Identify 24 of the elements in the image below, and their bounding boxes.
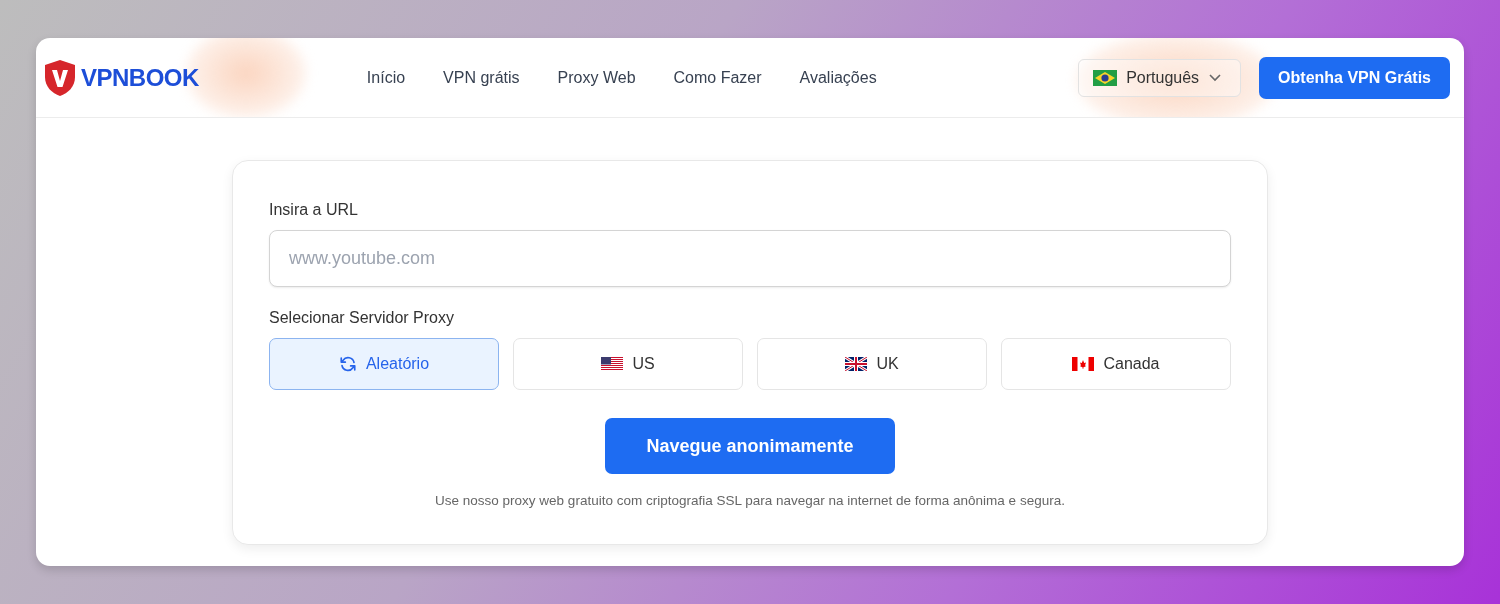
- refresh-icon: [338, 355, 357, 373]
- url-input-field[interactable]: www.youtube.com: [269, 230, 1231, 287]
- server-label: Selecionar Servidor Proxy: [269, 309, 455, 327]
- uk-flag-icon: [845, 357, 868, 371]
- canada-flag-icon: [1072, 357, 1095, 371]
- brazil-flag-icon: [1093, 69, 1118, 86]
- shield-logo-icon: [43, 58, 77, 97]
- get-vpn-button[interactable]: Obtenha VPN Grátis: [1259, 56, 1450, 99]
- nav-link[interactable]: Início: [366, 68, 406, 87]
- us-flag-icon: [601, 357, 624, 371]
- info-text: Use nosso proxy web gratuito com criptografia SSL para navegar na internet de forma anônima e segura.: [434, 493, 1066, 508]
- nav-link[interactable]: Proxy Web: [557, 68, 636, 87]
- server-option[interactable]: Aleatório: [269, 338, 499, 390]
- nav-link[interactable]: Como Fazer: [673, 68, 762, 87]
- brand-name: VPNBOOK: [81, 63, 199, 92]
- server-option[interactable]: UK: [757, 338, 987, 390]
- browse-button[interactable]: Navegue anonimamente: [605, 418, 895, 474]
- nav-link[interactable]: VPN grátis: [443, 68, 520, 87]
- nav-link[interactable]: Avaliações: [799, 68, 877, 87]
- server-option[interactable]: Canada: [1001, 338, 1231, 390]
- language-dropdown[interactable]: Português: [1078, 58, 1242, 97]
- chevron-down-icon: [1208, 73, 1223, 82]
- server-option[interactable]: US: [513, 338, 743, 390]
- url-label: Insira a URL: [269, 201, 359, 219]
